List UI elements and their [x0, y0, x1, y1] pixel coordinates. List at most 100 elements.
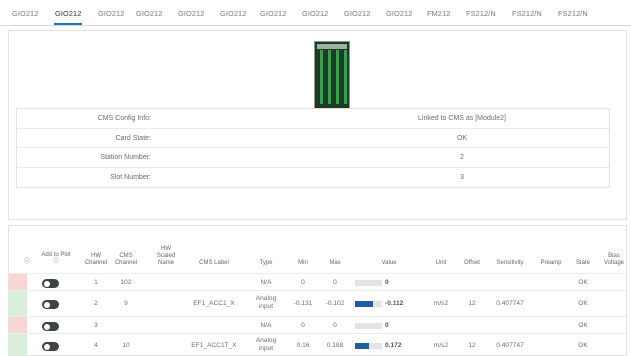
- max-cell: 0: [333, 322, 337, 329]
- info-header-icon[interactable]: ⓘ: [23, 259, 31, 266]
- card-info-value: 3: [460, 173, 464, 181]
- toggle-knob: [43, 343, 50, 350]
- value-bar-fill: [355, 343, 369, 349]
- card-info-value: OK: [456, 134, 468, 142]
- card-info-label: Card State:: [115, 134, 151, 142]
- toggle-knob: [43, 280, 50, 287]
- value-cell: 0.172: [385, 342, 402, 349]
- module-tab[interactable]: GIO212: [302, 9, 328, 18]
- module-tab[interactable]: GIO212: [136, 9, 162, 18]
- row-status-indicator: [9, 291, 27, 316]
- module-tab[interactable]: GIO212: [344, 9, 370, 18]
- card-module-image: [314, 41, 350, 109]
- table-row: 1 102 0 0 OK N/A 0: [9, 273, 628, 290]
- min-cell: -0.131: [293, 300, 313, 307]
- module-tab[interactable]: GIO212: [260, 9, 286, 18]
- header-hw-scaled-name: HW Scaled Name: [156, 246, 176, 266]
- min-cell: 0: [301, 279, 305, 286]
- add-to-plot-toggle[interactable]: [42, 300, 59, 309]
- header-min: Min: [298, 260, 308, 266]
- module-tab[interactable]: FS212/N: [558, 9, 588, 18]
- type-cell: Analog input: [255, 295, 277, 310]
- state-cell: OK: [578, 279, 588, 286]
- header-state: State: [575, 260, 590, 266]
- active-tab-indicator: [54, 23, 82, 25]
- header-add-to-plot: Add to Plot ⓘ: [41, 252, 71, 265]
- module-tab[interactable]: GIO212: [220, 9, 246, 18]
- header-max: Max: [329, 260, 341, 266]
- card-info-label: CMS Config Info:: [97, 115, 151, 122]
- toggle-knob: [43, 323, 50, 330]
- header-value: Value: [381, 260, 397, 266]
- module-tab[interactable]: FS212/N: [512, 9, 542, 18]
- value-cell: -0.112: [385, 300, 404, 307]
- card-info-row: CMS Config Info: Linked to CMS as [Module…: [17, 109, 609, 129]
- card-info-row: Slot Number: 3: [17, 168, 609, 188]
- cms-label-cell: EF1_ACC1T_X: [191, 342, 237, 349]
- card-info-row: Card State: OK: [17, 129, 609, 148]
- state-cell: OK: [578, 300, 588, 307]
- row-status-indicator: [9, 274, 27, 290]
- table-row: 3 0 0 OK N/A 0: [9, 316, 628, 333]
- table-row: 2 9 EF1_ACC1_X -0.131 -0.102 m/s2 12 0.407747 OK…: [9, 290, 628, 316]
- state-cell: OK: [578, 342, 588, 349]
- max-cell: -0.102: [325, 300, 345, 307]
- value-bar: [355, 280, 382, 286]
- row-status-indicator: [9, 334, 27, 356]
- module-tab[interactable]: GIO212: [12, 9, 38, 18]
- header-offset: Offset: [464, 260, 480, 266]
- add-to-plot-toggle[interactable]: [42, 279, 59, 288]
- offset-cell: 12: [468, 300, 476, 307]
- unit-cell: m/s2: [433, 300, 449, 307]
- hw-channel-cell: 4: [94, 342, 98, 349]
- card-info-table: CMS Config Info: Linked to CMS as [Module…: [16, 108, 610, 188]
- header-hw-channel: HW Channel: [84, 253, 108, 266]
- hw-channel-cell: 1: [94, 279, 98, 286]
- value-bar: [355, 301, 382, 307]
- max-cell: 0: [333, 279, 337, 286]
- header-bias-voltage: Bias Voltage: [603, 253, 625, 266]
- max-cell: 0.188: [326, 342, 344, 349]
- cms-label-cell: EF1_ACC1_X: [193, 300, 235, 307]
- header-sensitivity: Sensitivity: [496, 260, 524, 266]
- channel-table: ⓘ Add to Plot ⓘ HW Channel CMS Channel H…: [8, 225, 628, 356]
- value-cell: 0: [385, 279, 389, 286]
- table-row: 4 10 EF1_ACC1T_X 0.16 0.188 m/s2 12 0.407747 OK A…: [9, 333, 628, 356]
- module-tab[interactable]: GIO212: [386, 9, 412, 18]
- type-cell: Analog input: [255, 337, 277, 352]
- module-tab[interactable]: GIO212: [98, 9, 124, 18]
- type-cell: N/A: [260, 279, 272, 286]
- card-info-label: Station Number:: [100, 154, 151, 161]
- state-cell: OK: [578, 322, 588, 329]
- offset-cell: 12: [468, 342, 476, 349]
- cms-channel-cell: 10: [122, 342, 130, 349]
- value-bar: [355, 323, 382, 329]
- hw-channel-cell: 2: [94, 300, 98, 307]
- sensitivity-cell: 0.407747: [496, 300, 524, 307]
- module-tab[interactable]: GIO212: [178, 9, 204, 18]
- add-to-plot-toggle[interactable]: [42, 342, 59, 351]
- module-tab[interactable]: FS212/N: [466, 9, 496, 18]
- sensitivity-cell: 0.407747: [496, 342, 524, 349]
- module-tab-bar: GIO212 GIO212 GIO212 GIO212 GIO212 GIO212 GIO2…: [0, 0, 631, 26]
- min-cell: 0: [301, 322, 305, 329]
- add-to-plot-toggle[interactable]: [42, 322, 59, 331]
- value-cell: 0: [385, 322, 389, 329]
- card-info-value: 2: [460, 154, 464, 161]
- toggle-knob: [43, 301, 50, 308]
- unit-cell: m/s2: [433, 342, 449, 349]
- module-tab[interactable]: FM212: [427, 9, 451, 18]
- card-info-value: Linked to CMS as [Module2]: [418, 115, 506, 122]
- module-tab[interactable]: GIO212: [55, 9, 81, 18]
- value-bar-fill: [355, 301, 373, 307]
- value-bar: [355, 343, 382, 349]
- cms-channel-cell: 102: [120, 279, 132, 286]
- header-cms-channel: CMS Channel: [114, 253, 138, 266]
- cms-channel-cell: 9: [124, 300, 128, 307]
- header-cms-label: CMS Label: [199, 260, 229, 266]
- hw-channel-cell: 3: [94, 322, 98, 329]
- card-info-label: Slot Number:: [110, 173, 151, 181]
- header-preamp: Preamp: [540, 260, 562, 266]
- card-info-row: Station Number: 2: [17, 148, 609, 168]
- row-status-indicator: [9, 317, 27, 333]
